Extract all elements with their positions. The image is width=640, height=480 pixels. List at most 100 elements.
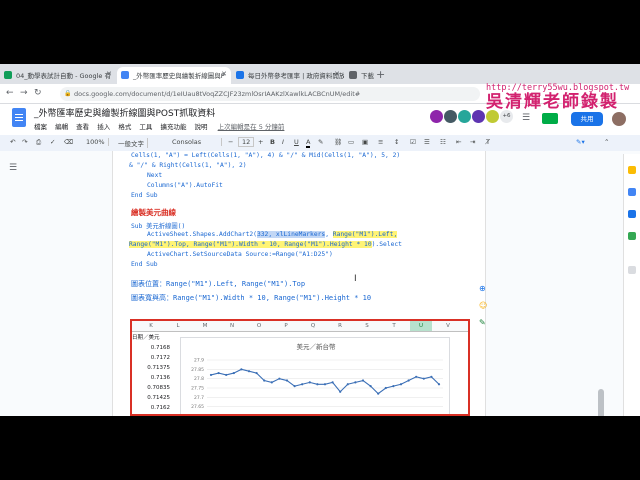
keep-icon[interactable] [628,166,636,174]
tab-close-icon[interactable]: ✕ [334,70,340,78]
docs-logo-icon[interactable] [12,108,26,127]
document-outline-icon[interactable]: ☰ [9,163,17,173]
underline-button[interactable]: U [294,138,299,146]
add-comment-icon[interactable]: ⊕ [479,284,486,293]
avatar[interactable] [444,110,457,123]
editing-mode-icon[interactable]: ✎▾ [576,138,585,146]
bulleted-list-icon[interactable]: ☰ [424,138,430,146]
browser-tab[interactable]: 每日外幣參考匯率 | 政府資料開放 ✕ [232,67,344,84]
highlight-icon[interactable]: ✎ [318,138,323,146]
code-line: ActiveChart.SetSourceData Source:=Range(… [147,251,333,258]
embedded-sheet-image[interactable]: K L M N O P Q R S T U V 日期／美元 0.7168 0.7172 0.71375 0.… [130,319,470,416]
selected-text: 332, xlLineMarkers [256,231,326,238]
more-avatars-badge[interactable]: +6 [500,110,513,123]
profile-avatar[interactable] [612,112,626,126]
reload-icon[interactable]: ↻ [34,88,42,98]
column-header: T [392,323,396,329]
new-tab-icon[interactable]: + [376,68,385,81]
maps-icon[interactable] [628,232,636,240]
line-spacing-icon[interactable]: ↕ [394,138,399,146]
document-title[interactable]: _外幣匯率歷史與繪製折線圖與POST抓取資料 [34,106,215,119]
style-select[interactable]: 一般文字 [118,138,148,148]
watermark-name: 吳清輝老師錄製 [486,91,619,112]
column-label: 日期／美元 [132,335,160,341]
data-point [217,371,220,375]
add-emoji-icon[interactable]: ☺ [479,301,487,310]
menu-help[interactable]: 說明 [195,123,208,131]
print-icon[interactable]: ⎙ [36,138,41,147]
tab-close-icon[interactable]: ✕ [106,70,112,78]
avatar[interactable] [430,110,443,123]
code-line: Cells(1, "A") = Left(Cells(1, "A"), 4) &… [131,152,401,159]
undo-icon[interactable]: ↶ [10,138,15,146]
align-icon[interactable]: ≡ [378,138,383,146]
share-button[interactable]: 共用 [571,112,603,126]
menu-tools[interactable]: 工具 [139,123,152,131]
menu-extensions[interactable]: 擴充功能 [160,123,186,131]
suggest-edits-icon[interactable]: ✎ [479,318,486,327]
paint-format-icon[interactable]: ⌫ [64,138,73,146]
indent-increase-icon[interactable]: ⇥ [470,138,475,146]
data-point [377,392,380,395]
contacts-icon[interactable] [628,210,636,218]
data-point [316,383,319,386]
url-field[interactable]: 🔒 docs.google.com/document/d/1eIUau8tVoq… [60,87,480,101]
y-tick-label: 27.75 [191,386,204,392]
bold-button[interactable]: B [270,138,275,146]
comment-history-icon[interactable]: ☰ [522,113,530,123]
tab-favicon-icon [4,71,12,79]
comment-icon[interactable]: ▭ [348,138,354,146]
last-edit-link[interactable]: 上次編輯是在 5 分鐘前 [218,123,285,131]
menu-insert[interactable]: 插入 [97,123,110,131]
spellcheck-icon[interactable]: ✓ [50,138,55,146]
font-size-decrease-icon[interactable]: − [228,138,233,146]
menu-view[interactable]: 查看 [76,123,89,131]
forward-icon[interactable]: → [20,88,28,98]
cell-value: 0.7136 [150,375,170,381]
numbered-list-icon[interactable]: ☷ [440,138,446,146]
image-icon[interactable]: ▣ [362,138,368,146]
avatar[interactable] [458,110,471,123]
font-size-increase-icon[interactable]: + [258,138,263,146]
browser-tab[interactable]: 下載 [345,67,375,84]
column-header: U [410,321,432,331]
tab-close-icon[interactable]: ✕ [221,70,227,78]
font-size-field[interactable]: 12 [238,137,255,147]
menu-edit[interactable]: 編輯 [55,123,68,131]
menu-format[interactable]: 格式 [118,123,131,131]
text-color-button[interactable]: A [306,138,311,148]
scrollbar-thumb[interactable] [598,389,604,416]
vertical-scrollbar[interactable] [598,239,604,416]
menu-file[interactable]: 檔案 [34,123,47,131]
cell-value: 0.7168 [150,345,170,351]
browser-tab-bar: 04_動學表試計自動 - Google 有 ✕ _外幣匯率歷史與繪製折線圖與P … [0,64,640,84]
font-select[interactable]: Consolas [172,138,222,146]
data-point [422,377,425,380]
code-line: Columns("A").AutoFit [147,182,223,189]
column-header: K [149,323,153,329]
tab-label: 每日外幣參考匯率 | 政府資料開放 [248,72,344,80]
checklist-icon[interactable]: ☑ [410,138,416,146]
italic-button[interactable]: I [282,138,284,146]
add-addon-icon[interactable] [628,266,636,274]
redo-icon[interactable]: ↷ [22,138,27,146]
avatar[interactable] [472,110,485,123]
clear-formatting-icon[interactable]: T̸ [486,138,490,146]
indent-decrease-icon[interactable]: ⇤ [456,138,461,146]
zoom-select[interactable]: 100% [86,138,109,146]
browser-tab[interactable]: 04_動學表試計自動 - Google 有 ✕ [0,67,116,84]
tasks-icon[interactable] [628,188,636,196]
chart-position-note: 圖表位置：Range("M1").Left, Range("M1").Top [131,279,305,289]
avatar[interactable] [486,110,499,123]
collapse-menus-icon[interactable]: ⌃ [604,138,609,146]
meet-icon[interactable] [542,113,558,124]
data-point [308,381,311,384]
link-icon[interactable]: ⛓ [334,138,342,146]
browser-tab-active[interactable]: _外幣匯率歷史與繪製折線圖與P ✕ [117,67,231,84]
data-point [407,379,410,382]
data-point [415,375,418,378]
chart-size-note: 圖表寬與高：Range("M1").Width * 10, Range("M1"… [131,293,371,303]
back-icon[interactable]: ← [6,88,14,98]
line-chart: 美元／新台幣 27.9 27.85 27.8 27.75 27.7 27.65 27.6 [180,337,450,414]
code-line: Sub 美元折線圖() [131,223,186,230]
